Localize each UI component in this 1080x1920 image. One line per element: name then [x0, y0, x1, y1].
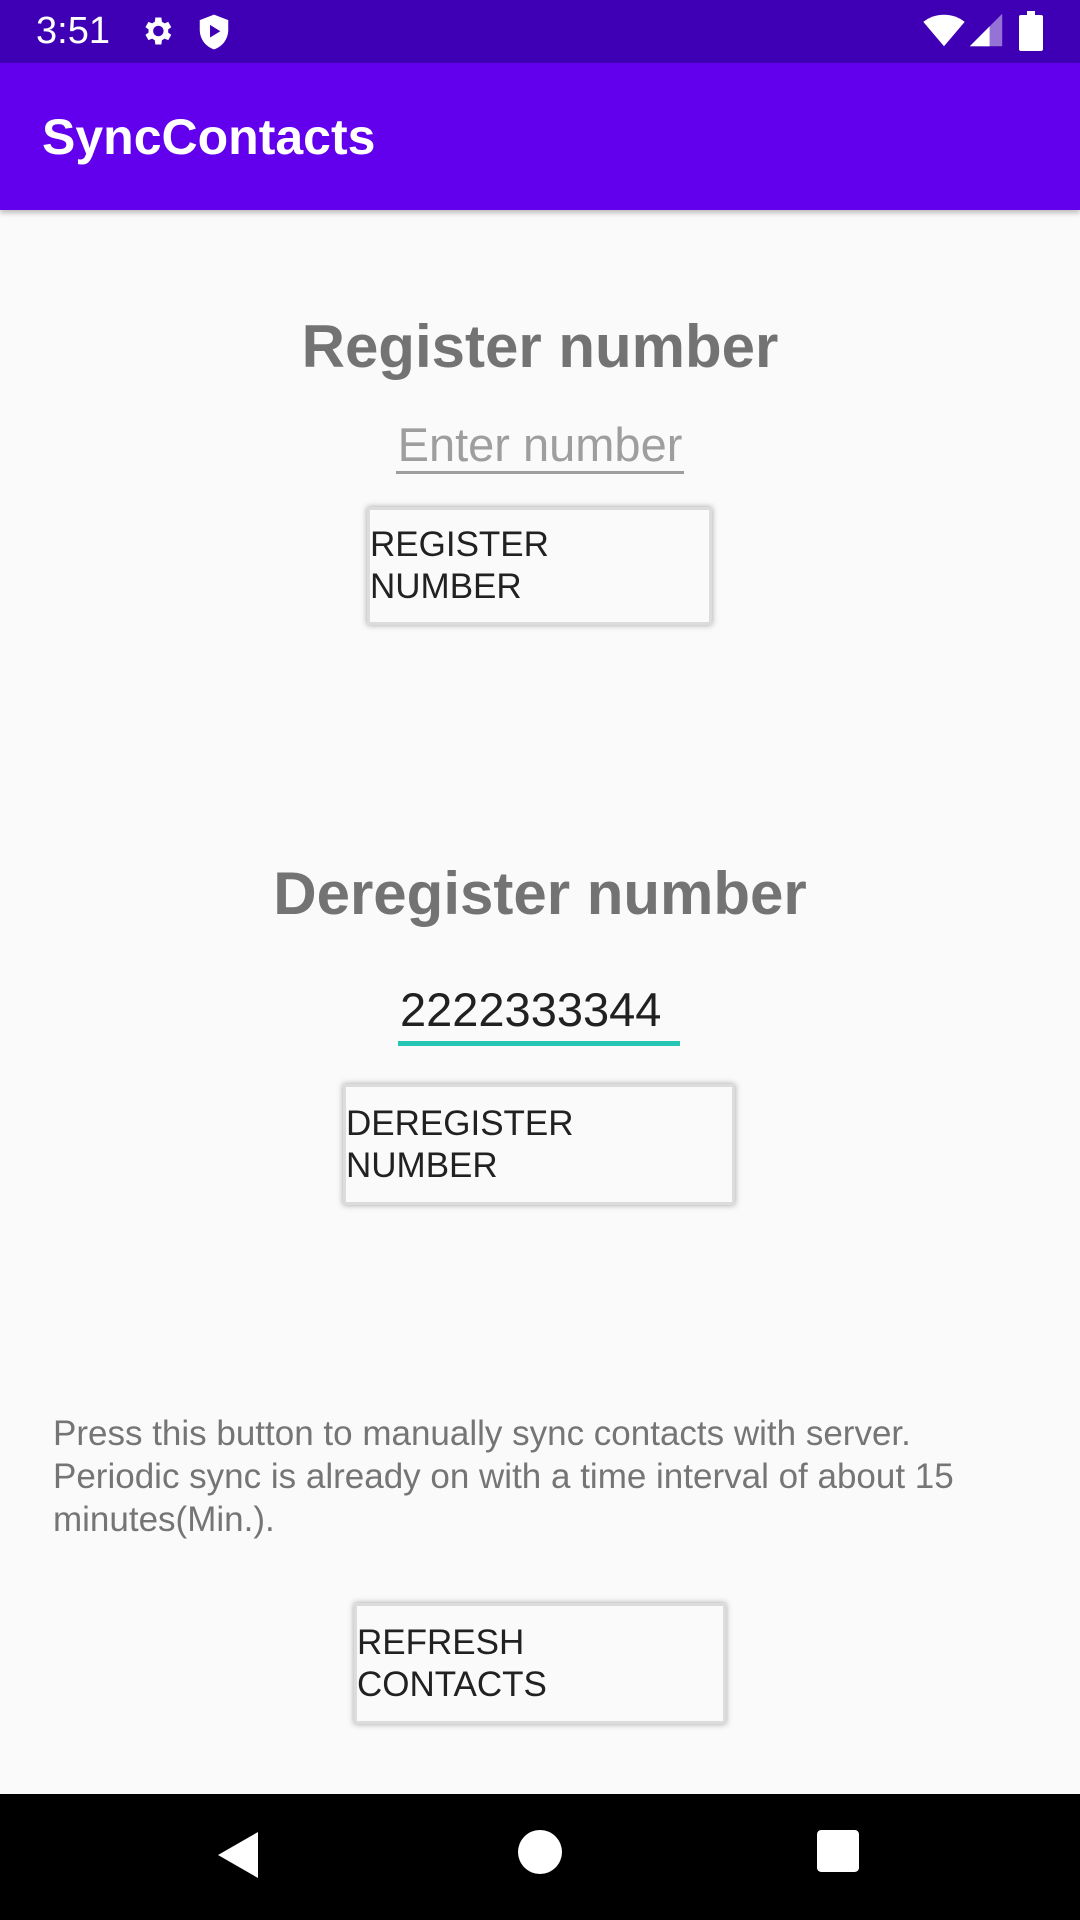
navigation-bar [0, 1794, 1080, 1920]
refresh-contacts-button[interactable]: REFRESH CONTACTS [354, 1603, 726, 1724]
gear-icon [145, 17, 172, 45]
register-heading: Register number [301, 313, 779, 380]
back-icon[interactable] [216, 1830, 260, 1880]
home-icon[interactable] [518, 1830, 562, 1874]
recents-icon[interactable] [817, 1830, 859, 1872]
wifi-icon [923, 14, 965, 47]
deregister-button-label: DEREGISTER NUMBER [346, 1103, 574, 1185]
sync-info-text: Press this button to manually sync conta… [53, 1414, 954, 1539]
register-number-button[interactable]: REGISTER NUMBER [367, 507, 712, 625]
refresh-button-label: REFRESH CONTACTS [357, 1622, 547, 1704]
signal-icon [969, 13, 1003, 47]
deregister-number-input[interactable] [398, 978, 680, 1046]
register-number-input[interactable] [396, 418, 684, 474]
deregister-heading: Deregister number [273, 860, 807, 927]
app-bar: SyncContacts [0, 63, 1080, 210]
app-title: SyncContacts [42, 109, 376, 165]
battery-icon [1019, 11, 1043, 51]
shield-play-icon [199, 14, 229, 50]
deregister-number-button[interactable]: DEREGISTER NUMBER [343, 1084, 735, 1205]
register-button-label: REGISTER NUMBER [370, 525, 549, 606]
status-time: 3:51 [36, 10, 110, 52]
status-bar: 3:51 [0, 0, 1080, 63]
